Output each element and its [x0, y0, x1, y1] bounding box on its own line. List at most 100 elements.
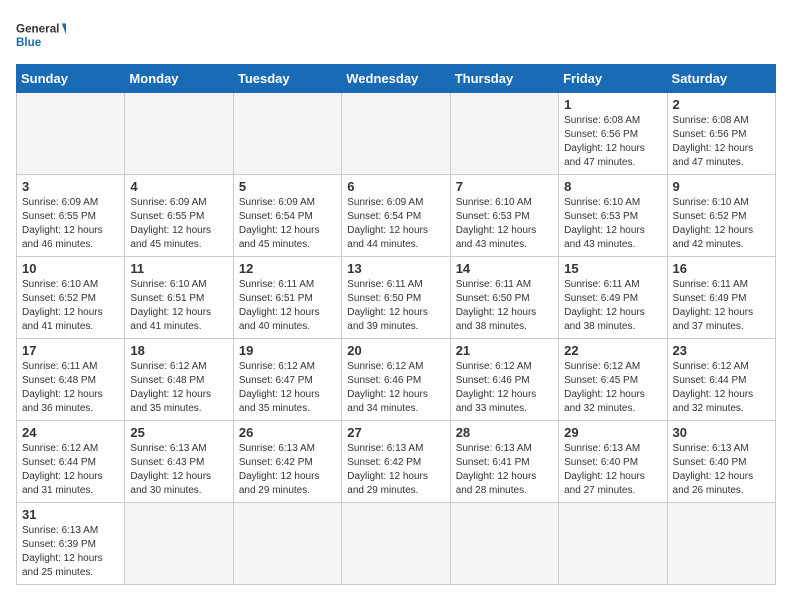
calendar-cell: 25 Sunrise: 6:13 AM Sunset: 6:43 PM Dayli…: [125, 421, 233, 503]
calendar-cell: 17 Sunrise: 6:11 AM Sunset: 6:48 PM Dayli…: [17, 339, 125, 421]
calendar-table: SundayMondayTuesdayWednesdayThursdayFrid…: [16, 64, 776, 585]
day-info: Sunrise: 6:08 AM Sunset: 6:56 PM Dayligh…: [673, 114, 770, 170]
calendar-cell: [342, 503, 450, 585]
day-number: 23: [673, 343, 770, 358]
header-friday: Friday: [559, 65, 667, 93]
day-number: 30: [673, 425, 770, 440]
day-info: Sunrise: 6:12 AM Sunset: 6:48 PM Dayligh…: [130, 360, 227, 416]
logo-svg: General Blue: [16, 16, 66, 56]
day-info: Sunrise: 6:13 AM Sunset: 6:43 PM Dayligh…: [130, 442, 227, 498]
header: General Blue: [16, 16, 776, 56]
day-info: Sunrise: 6:12 AM Sunset: 6:47 PM Dayligh…: [239, 360, 336, 416]
calendar-cell: [233, 503, 341, 585]
calendar-cell: [450, 503, 558, 585]
day-info: Sunrise: 6:13 AM Sunset: 6:42 PM Dayligh…: [347, 442, 444, 498]
day-number: 1: [564, 97, 661, 112]
calendar-cell: 19 Sunrise: 6:12 AM Sunset: 6:47 PM Dayli…: [233, 339, 341, 421]
day-number: 11: [130, 261, 227, 276]
day-info: Sunrise: 6:13 AM Sunset: 6:40 PM Dayligh…: [673, 442, 770, 498]
svg-text:Blue: Blue: [16, 36, 42, 49]
day-number: 19: [239, 343, 336, 358]
calendar-cell: 12Sunrise: 6:11 AM Sunset: 6:51 PM Dayli…: [233, 257, 341, 339]
calendar-cell: 26 Sunrise: 6:13 AM Sunset: 6:42 PM Dayli…: [233, 421, 341, 503]
day-number: 5: [239, 179, 336, 194]
day-number: 13: [347, 261, 444, 276]
day-number: 17: [22, 343, 119, 358]
day-info: Sunrise: 6:10 AM Sunset: 6:52 PM Dayligh…: [673, 196, 770, 252]
day-info: Sunrise: 6:11 AM Sunset: 6:49 PM Dayligh…: [564, 278, 661, 334]
header-monday: Monday: [125, 65, 233, 93]
header-saturday: Saturday: [667, 65, 775, 93]
calendar-cell: 3 Sunrise: 6:09 AM Sunset: 6:55 PM Daylig…: [17, 175, 125, 257]
day-info: Sunrise: 6:08 AM Sunset: 6:56 PM Dayligh…: [564, 114, 661, 170]
day-info: Sunrise: 6:10 AM Sunset: 6:52 PM Dayligh…: [22, 278, 119, 334]
day-info: Sunrise: 6:13 AM Sunset: 6:42 PM Dayligh…: [239, 442, 336, 498]
calendar-cell: 29Sunrise: 6:13 AM Sunset: 6:40 PM Dayli…: [559, 421, 667, 503]
calendar-cell: 23 Sunrise: 6:12 AM Sunset: 6:44 PM Dayli…: [667, 339, 775, 421]
day-number: 9: [673, 179, 770, 194]
calendar-cell: 31Sunrise: 6:13 AM Sunset: 6:39 PM Dayli…: [17, 503, 125, 585]
header-sunday: Sunday: [17, 65, 125, 93]
calendar-cell: [125, 503, 233, 585]
calendar-cell: [667, 503, 775, 585]
calendar-cell: 8Sunrise: 6:10 AM Sunset: 6:53 PM Daylig…: [559, 175, 667, 257]
day-info: Sunrise: 6:11 AM Sunset: 6:50 PM Dayligh…: [347, 278, 444, 334]
calendar-week-row: 31Sunrise: 6:13 AM Sunset: 6:39 PM Dayli…: [17, 503, 776, 585]
day-number: 14: [456, 261, 553, 276]
day-number: 21: [456, 343, 553, 358]
calendar-cell: 30 Sunrise: 6:13 AM Sunset: 6:40 PM Dayli…: [667, 421, 775, 503]
calendar-week-row: 17 Sunrise: 6:11 AM Sunset: 6:48 PM Dayli…: [17, 339, 776, 421]
day-info: Sunrise: 6:09 AM Sunset: 6:55 PM Dayligh…: [130, 196, 227, 252]
day-number: 29: [564, 425, 661, 440]
calendar-cell: 15 Sunrise: 6:11 AM Sunset: 6:49 PM Dayli…: [559, 257, 667, 339]
day-info: Sunrise: 6:11 AM Sunset: 6:48 PM Dayligh…: [22, 360, 119, 416]
day-number: 7: [456, 179, 553, 194]
calendar-cell: 2Sunrise: 6:08 AM Sunset: 6:56 PM Daylig…: [667, 93, 775, 175]
day-info: Sunrise: 6:12 AM Sunset: 6:46 PM Dayligh…: [456, 360, 553, 416]
calendar-cell: [450, 93, 558, 175]
calendar-cell: 1 Sunrise: 6:08 AM Sunset: 6:56 PM Daylig…: [559, 93, 667, 175]
day-info: Sunrise: 6:12 AM Sunset: 6:44 PM Dayligh…: [673, 360, 770, 416]
calendar-week-row: 1 Sunrise: 6:08 AM Sunset: 6:56 PM Daylig…: [17, 93, 776, 175]
day-number: 10: [22, 261, 119, 276]
header-wednesday: Wednesday: [342, 65, 450, 93]
calendar-cell: 16 Sunrise: 6:11 AM Sunset: 6:49 PM Dayli…: [667, 257, 775, 339]
calendar-header-row: SundayMondayTuesdayWednesdayThursdayFrid…: [17, 65, 776, 93]
day-number: 3: [22, 179, 119, 194]
day-info: Sunrise: 6:12 AM Sunset: 6:46 PM Dayligh…: [347, 360, 444, 416]
day-info: Sunrise: 6:11 AM Sunset: 6:50 PM Dayligh…: [456, 278, 553, 334]
day-info: Sunrise: 6:11 AM Sunset: 6:51 PM Dayligh…: [239, 278, 336, 334]
day-number: 25: [130, 425, 227, 440]
day-number: 28: [456, 425, 553, 440]
day-number: 22: [564, 343, 661, 358]
calendar-cell: 22 Sunrise: 6:12 AM Sunset: 6:45 PM Dayli…: [559, 339, 667, 421]
day-info: Sunrise: 6:09 AM Sunset: 6:55 PM Dayligh…: [22, 196, 119, 252]
day-info: Sunrise: 6:12 AM Sunset: 6:44 PM Dayligh…: [22, 442, 119, 498]
calendar-week-row: 10 Sunrise: 6:10 AM Sunset: 6:52 PM Dayli…: [17, 257, 776, 339]
day-info: Sunrise: 6:09 AM Sunset: 6:54 PM Dayligh…: [239, 196, 336, 252]
calendar-cell: 24 Sunrise: 6:12 AM Sunset: 6:44 PM Dayli…: [17, 421, 125, 503]
day-number: 18: [130, 343, 227, 358]
calendar-cell: [559, 503, 667, 585]
day-info: Sunrise: 6:12 AM Sunset: 6:45 PM Dayligh…: [564, 360, 661, 416]
day-number: 8: [564, 179, 661, 194]
day-number: 16: [673, 261, 770, 276]
calendar-cell: 10 Sunrise: 6:10 AM Sunset: 6:52 PM Dayli…: [17, 257, 125, 339]
calendar-cell: 7 Sunrise: 6:10 AM Sunset: 6:53 PM Daylig…: [450, 175, 558, 257]
calendar-week-row: 3 Sunrise: 6:09 AM Sunset: 6:55 PM Daylig…: [17, 175, 776, 257]
calendar-cell: 13 Sunrise: 6:11 AM Sunset: 6:50 PM Dayli…: [342, 257, 450, 339]
calendar-week-row: 24 Sunrise: 6:12 AM Sunset: 6:44 PM Dayli…: [17, 421, 776, 503]
day-number: 15: [564, 261, 661, 276]
day-number: 26: [239, 425, 336, 440]
day-number: 24: [22, 425, 119, 440]
calendar-cell: [342, 93, 450, 175]
day-info: Sunrise: 6:10 AM Sunset: 6:51 PM Dayligh…: [130, 278, 227, 334]
day-number: 31: [22, 507, 119, 522]
day-info: Sunrise: 6:13 AM Sunset: 6:41 PM Dayligh…: [456, 442, 553, 498]
calendar-cell: 11 Sunrise: 6:10 AM Sunset: 6:51 PM Dayli…: [125, 257, 233, 339]
day-info: Sunrise: 6:10 AM Sunset: 6:53 PM Dayligh…: [456, 196, 553, 252]
calendar-cell: [17, 93, 125, 175]
day-info: Sunrise: 6:09 AM Sunset: 6:54 PM Dayligh…: [347, 196, 444, 252]
day-info: Sunrise: 6:11 AM Sunset: 6:49 PM Dayligh…: [673, 278, 770, 334]
calendar-cell: 4Sunrise: 6:09 AM Sunset: 6:55 PM Daylig…: [125, 175, 233, 257]
